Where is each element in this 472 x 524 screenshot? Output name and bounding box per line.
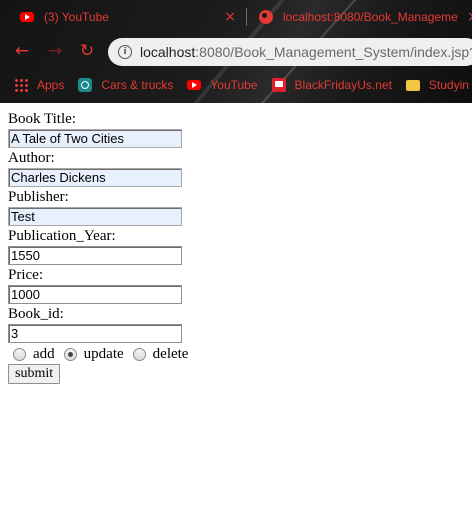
youtube-icon bbox=[20, 12, 34, 22]
add-radio[interactable] bbox=[13, 347, 26, 361]
apps-icon bbox=[14, 78, 28, 92]
close-tab-icon[interactable]: × bbox=[224, 9, 236, 25]
update-radio[interactable] bbox=[63, 347, 77, 361]
bookmarks-bar: Apps Cars & trucks YouTube BlackFridayUs… bbox=[0, 70, 472, 100]
bookmark-apps[interactable]: Apps bbox=[0, 78, 64, 92]
publisher-input[interactable] bbox=[8, 207, 182, 226]
cars-icon bbox=[78, 78, 93, 92]
book-id-label: Book_id: bbox=[8, 306, 64, 322]
bookmark-label: Cars & trucks bbox=[101, 78, 174, 92]
back-button[interactable]: ← bbox=[12, 40, 32, 62]
author-input[interactable] bbox=[8, 168, 182, 187]
url-path: :8080/Book_Management_System/index.jsp? bbox=[195, 44, 472, 60]
bookmark-label: Apps bbox=[37, 78, 65, 92]
book-id-input[interactable] bbox=[8, 324, 182, 343]
author-label: Author: bbox=[8, 150, 55, 166]
bookmark-cars-trucks[interactable]: Cars & trucks bbox=[78, 78, 173, 92]
tab-title: localhost:8080/Book_Manageme bbox=[283, 10, 458, 24]
action-radio-group: add update delete bbox=[8, 344, 192, 364]
book-title-input[interactable] bbox=[8, 129, 182, 148]
price-input[interactable] bbox=[8, 285, 182, 304]
tab-strip: (3) YouTube × localhost:8080/Book_Manage… bbox=[0, 0, 472, 34]
bookmark-label: BlackFridayUs.net bbox=[294, 78, 392, 92]
bookmark-label: YouTube bbox=[210, 78, 258, 92]
delete-radio[interactable] bbox=[132, 347, 146, 361]
tab-localhost[interactable]: localhost:8080/Book_Manageme × bbox=[247, 0, 472, 34]
url-text[interactable]: localhost:8080/Book_Management_System/in… bbox=[140, 44, 472, 60]
submit-button[interactable]: submit bbox=[8, 364, 61, 384]
bookmark-youtube[interactable]: YouTube bbox=[187, 78, 258, 92]
browser-toolbar: ← → ↻ i localhost:8080/Book_Management_S… bbox=[0, 34, 472, 70]
folder-icon bbox=[405, 79, 420, 91]
tab-title: (3) YouTube bbox=[44, 10, 109, 24]
bookmark-blackfriday[interactable]: BlackFridayUs.net bbox=[271, 78, 392, 92]
publication-year-input[interactable] bbox=[8, 246, 182, 265]
book-title-label: Book Title: bbox=[8, 111, 76, 127]
publication-year-label: Publication_Year: bbox=[8, 228, 116, 244]
add-radio-label: add bbox=[33, 345, 55, 362]
bookmark-label: Studyin bbox=[428, 78, 469, 92]
tab-youtube[interactable]: (3) YouTube × bbox=[0, 0, 246, 34]
globe-icon bbox=[259, 10, 273, 24]
browser-chrome: (3) YouTube × localhost:8080/Book_Manage… bbox=[0, 0, 472, 103]
address-bar[interactable]: i localhost:8080/Book_Management_System/… bbox=[108, 38, 472, 66]
book-form: Book Title: Author: Publisher: Publicati… bbox=[8, 110, 192, 384]
info-icon[interactable]: i bbox=[118, 45, 132, 59]
url-host: localhost bbox=[140, 44, 196, 60]
reload-button[interactable]: ↻ bbox=[77, 40, 97, 62]
publisher-label: Publisher: bbox=[8, 189, 69, 205]
forward-button[interactable]: → bbox=[45, 40, 65, 62]
bookmark-studyin[interactable]: Studyin bbox=[405, 78, 469, 92]
close-tab-icon[interactable]: × bbox=[467, 9, 472, 25]
update-radio-label: update bbox=[83, 345, 124, 362]
price-label: Price: bbox=[8, 267, 43, 283]
delete-radio-label: delete bbox=[152, 345, 189, 362]
youtube-icon bbox=[187, 80, 202, 90]
blackfriday-icon bbox=[271, 78, 286, 92]
